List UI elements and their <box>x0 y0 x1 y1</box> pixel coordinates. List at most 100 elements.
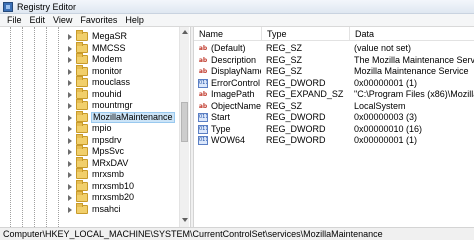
value-name: ErrorControl <box>211 77 261 88</box>
expand-arrow-icon[interactable] <box>68 103 72 109</box>
values-list[interactable]: Name Type Data ab (Default) REG_SZ (value n… <box>194 27 474 227</box>
expand-arrow-icon[interactable] <box>68 160 72 167</box>
expand-arrow-icon[interactable] <box>68 195 72 201</box>
folder-icon <box>76 87 88 99</box>
expand-arrow-icon[interactable] <box>68 149 72 155</box>
expand-arrow-icon[interactable] <box>68 91 72 98</box>
string-value-icon: ab <box>198 91 208 98</box>
tree-item[interactable]: Modem <box>66 53 186 65</box>
value-data: (value not set) <box>354 43 412 53</box>
tree-item[interactable]: MpsSvc <box>66 145 186 157</box>
tree-item[interactable]: mouclass <box>66 76 186 88</box>
expand-arrow-icon[interactable] <box>68 172 72 178</box>
value-data: "C:\Program Files (x86)\Mozilla Mainte <box>354 89 474 99</box>
value-row[interactable]: ab ImagePath REG_EXPAND_SZ "C:\Program File… <box>194 89 474 100</box>
tree-item-label: mrxsmb <box>92 169 124 179</box>
menu-favorites[interactable]: Favorites <box>76 14 121 26</box>
value-row[interactable]: ab ObjectName REG_SZ LocalSystem <box>194 101 474 112</box>
folder-icon <box>76 99 88 110</box>
tree-item-label: mouclass <box>92 77 131 87</box>
expand-arrow-icon[interactable] <box>68 57 72 63</box>
tree-item[interactable]: mpsdrv <box>66 133 186 146</box>
tree-item[interactable]: MozillaMaintenance <box>66 110 186 123</box>
registry-editor-app-icon <box>3 2 13 12</box>
value-data: 0x00000001 (1) <box>354 77 418 88</box>
menu-file[interactable]: File <box>3 14 26 26</box>
tree-guide-line <box>34 27 35 227</box>
tree-guide-line <box>10 27 11 227</box>
column-header-type[interactable]: Type <box>262 27 350 41</box>
menu-help[interactable]: Help <box>121 14 148 26</box>
folder-icon <box>76 156 88 168</box>
folder-icon <box>76 122 88 133</box>
value-name: WOW64 <box>211 135 246 145</box>
value-name: ObjectName <box>211 100 261 111</box>
value-row[interactable]: 011 WOW64 REG_DWORD 0x00000001 (1) <box>194 135 474 146</box>
expand-arrow-icon[interactable] <box>68 206 72 213</box>
expand-arrow-icon[interactable] <box>68 137 72 144</box>
expand-arrow-icon[interactable] <box>68 34 72 40</box>
value-row[interactable]: ab Description REG_SZ The Mozilla Maintenan… <box>194 55 474 66</box>
tree-item-label: msahci <box>92 203 121 214</box>
scroll-thumb[interactable] <box>181 102 188 142</box>
value-data: The Mozilla Maintenance Service ensu <box>354 54 474 65</box>
value-data: 0x00000001 (1) <box>354 135 418 145</box>
tree-item[interactable]: mpio <box>66 122 186 134</box>
tree-item[interactable]: mrxsmb20 <box>66 191 186 203</box>
folder-icon <box>76 191 88 202</box>
menu-view[interactable]: View <box>49 14 76 26</box>
tree-item-label: MRxDAV <box>92 157 129 168</box>
values-header: Name Type Data <box>194 27 474 41</box>
expand-arrow-icon[interactable] <box>68 80 72 86</box>
value-row[interactable]: 011 ErrorControl REG_DWORD 0x00000001 (1) <box>194 78 474 89</box>
scroll-up-arrow-icon[interactable] <box>182 30 188 34</box>
value-row[interactable]: 011 Type REG_DWORD 0x00000010 (16) <box>194 124 474 135</box>
dword-value-icon: 011 <box>198 124 208 134</box>
tree-guide-line <box>46 27 47 227</box>
folder-icon <box>76 30 88 41</box>
window-title: Registry Editor <box>17 2 77 12</box>
tree-item[interactable]: MegaSR <box>66 30 186 42</box>
value-type: REG_SZ <box>266 100 303 111</box>
tree-scrollbar[interactable] <box>179 27 189 227</box>
tree-item[interactable]: mrxsmb <box>66 168 186 180</box>
value-data: 0x00000010 (16) <box>354 123 423 134</box>
value-data: Mozilla Maintenance Service <box>354 66 469 76</box>
tree-item[interactable]: MMCSS <box>66 41 186 54</box>
tree-item[interactable]: MRxDAV <box>66 156 186 169</box>
column-header-data[interactable]: Data <box>350 27 474 41</box>
folder-icon <box>76 64 88 76</box>
menu-bar: File Edit View Favorites Help <box>0 14 474 27</box>
value-name: ImagePath <box>211 89 255 99</box>
value-row[interactable]: ab DisplayName REG_SZ Mozilla Maintenance S… <box>194 66 474 77</box>
expand-arrow-icon[interactable] <box>68 126 72 132</box>
string-value-icon: ab <box>198 68 208 75</box>
tree-item-label: mrxsmb10 <box>92 180 135 191</box>
tree-item-label: MpsSvc <box>92 146 125 156</box>
tree-item-label: mountmgr <box>92 100 133 110</box>
dword-value-icon: 011 <box>198 78 208 88</box>
menu-edit[interactable]: Edit <box>26 14 50 26</box>
expand-arrow-icon[interactable] <box>68 114 72 121</box>
tree-item[interactable]: msahci <box>66 202 186 215</box>
tree-item-label: mouhid <box>92 88 122 99</box>
tree-item-label: Modem <box>92 54 123 64</box>
tree-item[interactable]: mrxsmb10 <box>66 179 186 192</box>
string-value-icon: ab <box>198 102 208 110</box>
value-row[interactable]: ab (Default) REG_SZ (value not set) <box>194 43 474 54</box>
expand-arrow-icon[interactable] <box>68 183 72 190</box>
value-type: REG_SZ <box>266 66 303 76</box>
expand-arrow-icon[interactable] <box>68 68 72 75</box>
expand-arrow-icon[interactable] <box>68 45 72 52</box>
scroll-down-arrow-icon[interactable] <box>182 218 188 222</box>
tree-guide-line <box>22 27 23 227</box>
value-data: LocalSystem <box>354 100 406 111</box>
tree-item[interactable]: mountmgr <box>66 99 186 111</box>
tree-item[interactable]: mouhid <box>66 87 186 100</box>
value-name: Start <box>211 112 231 122</box>
tree-item[interactable]: monitor <box>66 64 186 77</box>
column-header-name[interactable]: Name <box>194 27 262 41</box>
key-tree[interactable]: MegaSR MMCSS Modem monitor mouclass mouhid mou… <box>0 27 190 227</box>
folder-icon <box>76 168 88 179</box>
value-row[interactable]: 011 Start REG_DWORD 0x00000003 (3) <box>194 112 474 123</box>
